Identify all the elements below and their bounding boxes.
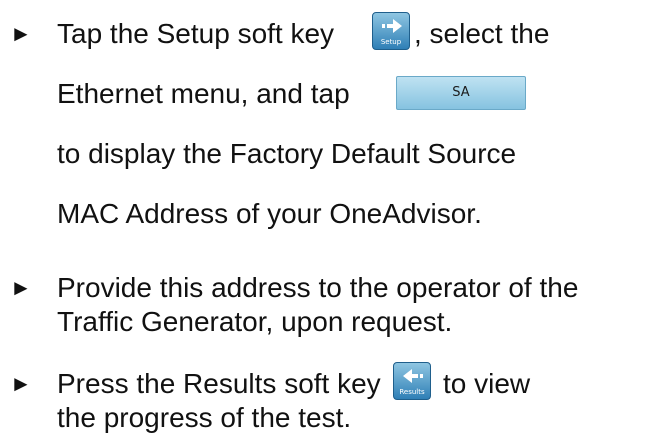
step-1-line-4-text: MAC Address of your OneAdvisor.: [57, 198, 482, 229]
step-1-line-1-suffix: , select the: [414, 18, 550, 49]
bullet-icon: ►: [10, 275, 32, 300]
arrow-left-icon: [403, 369, 423, 383]
step-3-line-1-text: Press the Results soft key: [57, 368, 381, 399]
step-3-line-1-suffix: to view: [443, 368, 531, 399]
results-soft-key-label: Results: [399, 388, 425, 396]
setup-soft-key[interactable]: Setup: [372, 12, 410, 50]
results-soft-key[interactable]: Results: [393, 362, 431, 400]
step-2-line-1-text: Provide this address to the operator of …: [57, 272, 579, 303]
setup-soft-key-label: Setup: [380, 38, 402, 46]
step-1-line-3-text: to display the Factory Default Source: [57, 138, 517, 169]
step-3-line-2-text: the progress of the test.: [57, 402, 352, 433]
step-1-line-1-text: Tap the Setup soft key: [57, 18, 335, 49]
arrow-right-icon: [382, 19, 402, 33]
step-2-line-2-text: Traffic Generator, upon request.: [57, 306, 453, 337]
bullet-icon: ►: [10, 21, 32, 46]
step-1-line-2-text: Ethernet menu, and tap: [57, 78, 350, 109]
bullet-icon: ►: [10, 371, 32, 396]
sa-button[interactable]: SA: [396, 76, 526, 110]
